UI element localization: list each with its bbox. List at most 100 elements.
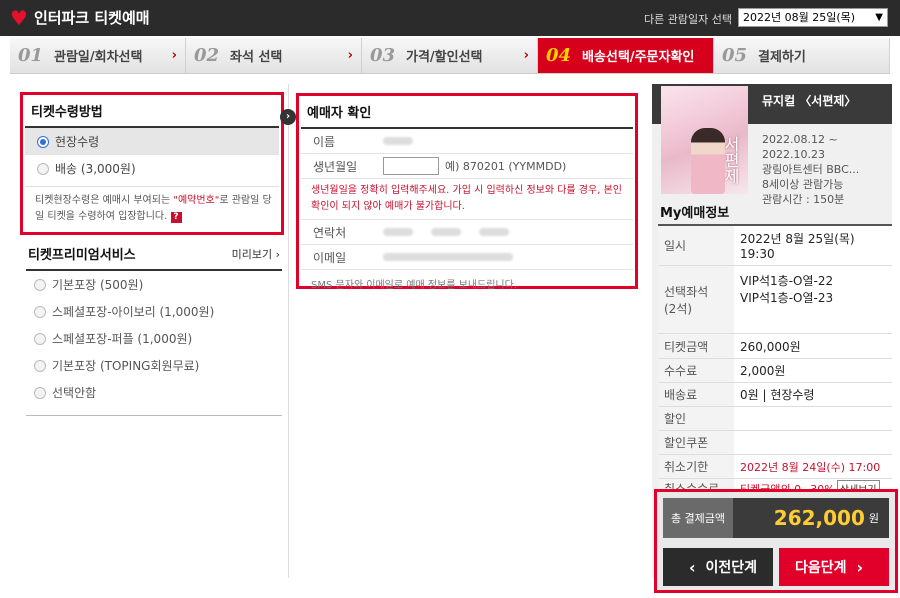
field-label: 이름: [313, 134, 336, 149]
row-key: 선택좌석 (2석): [658, 266, 734, 333]
row-key: 수수료: [658, 359, 734, 382]
email-value-redacted: [383, 253, 531, 261]
ticket-receive-method: 티켓수령방법 현장수령 배송 (3,000원) 티켓현장수령은 예매시 부여되는…: [20, 92, 284, 235]
value-line: 2022년 8월 24일(수) 17:00: [740, 460, 881, 474]
radio-button[interactable]: [34, 305, 46, 318]
option-label: 배송 (3,000원): [55, 162, 136, 176]
table-row: 수수료 2,000원: [658, 359, 892, 383]
chevron-right-icon: ›: [856, 557, 864, 577]
field-label: 생년월일: [313, 159, 358, 174]
table-row: 일시 2022년 8월 25일(목) 19:30: [658, 226, 892, 266]
currency-unit: 원: [868, 512, 879, 525]
row-key: 배송료: [658, 383, 734, 406]
option-label: 스페셜포장-퍼플 (1,000원): [52, 332, 193, 346]
step-3[interactable]: 03 가격/할인선택 ›: [362, 38, 538, 73]
date-select[interactable]: 2022년 08월 25일(목) ▼: [738, 8, 888, 27]
phone-value-redacted: [383, 228, 527, 236]
left-panel: 티켓수령방법 현장수령 배송 (3,000원) 티켓현장수령은 예매시 부여되는…: [10, 84, 288, 578]
show-period: 2022.08.12 ~ 2022.10.23: [762, 133, 838, 161]
radio-button[interactable]: [37, 135, 49, 148]
row-key: 일시: [658, 226, 734, 265]
panel-divider: [288, 84, 289, 578]
booking-info-table: 일시 2022년 8월 25일(목) 19:30 선택좌석 (2석) VIP석1층-O…: [658, 224, 892, 499]
premium-option[interactable]: 스페셜포장-아이보리 (1,000원): [26, 298, 282, 325]
table-row: 취소기한 2022년 8월 24일(수) 17:00: [658, 455, 892, 479]
row-key: 티켓금액: [658, 334, 734, 358]
row-key: 할인쿠폰: [658, 431, 734, 454]
brand-logo[interactable]: ♥ 인터파크 티켓예매: [10, 7, 150, 28]
sms-note: SMS 문자와 이메일로 예매 정보를 보내드립니다.: [311, 280, 517, 291]
value-line: 260,000원: [740, 339, 801, 354]
radio-button[interactable]: [34, 359, 46, 372]
option-label: 선택안함: [52, 386, 97, 400]
email-row: 이메일: [301, 245, 633, 270]
row-value: [734, 407, 892, 430]
table-row: 티켓금액 260,000원: [658, 334, 892, 359]
value-line: 2,000원: [740, 364, 786, 378]
step-1[interactable]: 01 관람일/회차선택 ›: [10, 38, 186, 73]
radio-button[interactable]: [37, 162, 49, 175]
premium-option[interactable]: 스페셜포장-퍼플 (1,000원): [26, 325, 282, 352]
field-label: 이메일: [313, 250, 347, 265]
option-label: 스페셜포장-아이보리 (1,000원): [52, 305, 215, 319]
brand-name: 인터파크 티켓예매: [33, 9, 150, 27]
step-label: 가격/할인선택: [406, 50, 483, 65]
value-line: VIP석1층-O열-23: [740, 291, 834, 305]
value-line: 19:30: [740, 247, 775, 261]
birth-date-input[interactable]: [383, 157, 439, 175]
preview-link[interactable]: 미리보기 ›: [232, 246, 280, 262]
divider: [26, 408, 282, 416]
value-line: VIP석1층-O열-22: [740, 274, 834, 288]
top-bar: ♥ 인터파크 티켓예매 다른 관람일자 선택 2022년 08월 25일(목) …: [0, 0, 900, 36]
table-row: 선택좌석 (2석) VIP석1층-O열-22 VIP석1층-O열-23: [658, 266, 892, 334]
row-value: 0원 | 현장수령: [734, 383, 892, 406]
row-value: [734, 431, 892, 454]
radio-button[interactable]: [34, 332, 46, 345]
radio-button[interactable]: [34, 278, 46, 291]
date-select-label: 다른 관람일자 선택: [644, 13, 732, 26]
name-row: 이름: [301, 129, 633, 154]
prev-step-button[interactable]: ‹ 이전단계: [663, 548, 773, 586]
section-title: 티켓프리미엄서비스: [28, 248, 136, 263]
row-value: VIP석1층-O열-22 VIP석1층-O열-23: [734, 266, 892, 333]
step-4[interactable]: 04 배송선택/주문자확인: [538, 38, 714, 73]
step-label: 관람일/회차선택: [54, 50, 143, 65]
section-title: 예매자 확인: [301, 96, 633, 129]
value-line: 0원 | 현장수령: [740, 388, 815, 402]
step-number: 01: [18, 45, 44, 66]
birth-warning: 생년월일을 정확히 입력해주세요. 가입 시 입력하신 정보와 다를 경우, 본…: [301, 179, 633, 220]
chevron-left-icon: ‹: [688, 557, 696, 577]
step-5[interactable]: 05 결제하기: [714, 38, 890, 73]
payment-box: 총 결제금액 262,000 원 ‹ 이전단계 다음단계 ›: [654, 489, 898, 593]
step-number: 03: [370, 45, 396, 66]
premium-service: 티켓프리미엄서비스 미리보기 › 기본포장 (500원) 스페셜포장-아이보리 …: [26, 240, 282, 416]
step-label: 좌석 선택: [230, 50, 283, 65]
birth-field-wrap: 예) 870201 (YYMMDD): [383, 157, 566, 175]
premium-option[interactable]: 선택안함: [26, 379, 282, 406]
chevron-down-icon: ▼: [875, 12, 883, 23]
birth-hint: 예) 870201 (YYMMDD): [445, 160, 567, 173]
premium-option[interactable]: 기본포장 (TOPING회원무료): [26, 352, 282, 379]
chevron-right-icon: ›: [171, 48, 177, 63]
radio-button[interactable]: [34, 386, 46, 399]
step-number: 05: [722, 45, 748, 66]
section-title: 티켓수령방법: [25, 95, 279, 128]
note-highlight: "예약번호": [173, 195, 220, 206]
show-info: 2022.08.12 ~ 2022.10.23 광림아트센터 BBC... 8세…: [762, 132, 880, 207]
pickup-note: 티켓현장수령은 예매시 부여되는 "예약번호"로 관람일 당일 티켓을 수령하여…: [25, 186, 279, 225]
chevron-right-icon: ›: [523, 48, 529, 63]
date-select-value: 2022년 08월 25일(목): [743, 11, 856, 24]
table-row: 할인: [658, 407, 892, 431]
option-delivery[interactable]: 배송 (3,000원): [25, 155, 279, 182]
step-2[interactable]: 02 좌석 선택 ›: [186, 38, 362, 73]
next-step-button[interactable]: 다음단계 ›: [779, 548, 889, 586]
step-number: 04: [546, 45, 572, 66]
row-key: 취소기한: [658, 455, 734, 478]
option-onsite-pickup[interactable]: 현장수령: [25, 128, 279, 155]
row-value: 2,000원: [734, 359, 892, 382]
premium-option[interactable]: 기본포장 (500원): [26, 271, 282, 298]
help-icon[interactable]: ?: [170, 212, 182, 223]
phone-row: 연락처: [301, 220, 633, 245]
preview-label: 미리보기: [231, 247, 273, 261]
poster-title: 서편제: [721, 136, 740, 184]
